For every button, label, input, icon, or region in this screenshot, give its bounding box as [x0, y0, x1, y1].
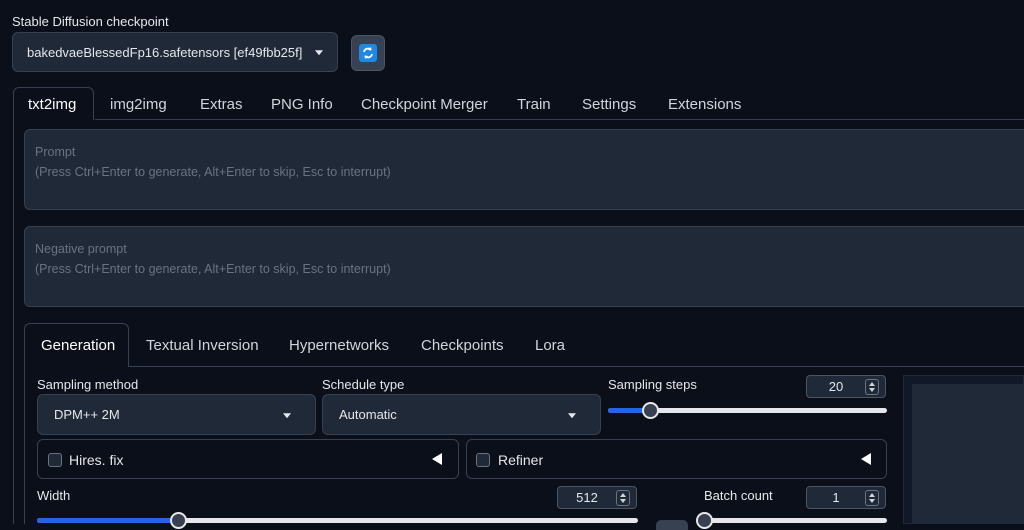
- hires-fix-checkbox[interactable]: [48, 453, 62, 467]
- tab-png-info[interactable]: PNG Info: [271, 96, 333, 113]
- sampling-method-label: Sampling method: [37, 377, 139, 392]
- chevron-down-icon: [283, 412, 291, 418]
- tab-checkpoint-merger[interactable]: Checkpoint Merger: [361, 96, 488, 113]
- checkpoint-label: Stable Diffusion checkpoint: [12, 14, 169, 29]
- slider-thumb[interactable]: [696, 512, 713, 529]
- width-slider[interactable]: [37, 512, 638, 529]
- batch-count-value: 1: [832, 490, 840, 505]
- negative-prompt-input[interactable]: Negative prompt (Press Ctrl+Enter to gen…: [24, 226, 1024, 307]
- tab-txt2img-label: txt2img: [28, 96, 77, 113]
- refiner-label: Refiner: [498, 452, 544, 468]
- schedule-type-value: Automatic: [339, 407, 397, 422]
- slider-fill: [37, 518, 179, 523]
- stepper-icon[interactable]: [865, 490, 879, 506]
- batch-count-input[interactable]: 1: [806, 486, 886, 509]
- width-label: Width: [37, 488, 71, 503]
- collapse-triangle-icon[interactable]: [861, 453, 871, 465]
- sampling-method-dropdown[interactable]: DPM++ 2M: [37, 394, 316, 435]
- tab-textual-inversion[interactable]: Textual Inversion: [146, 337, 259, 354]
- sub-tab-bar: Generation Textual Inversion Hypernetwor…: [0, 323, 1024, 367]
- checkpoint-value: bakedvaeBlessedFp16.safetensors [ef49fbb…: [27, 44, 303, 60]
- schedule-type-dropdown[interactable]: Automatic: [322, 394, 601, 435]
- sampling-method-value: DPM++ 2M: [54, 407, 120, 422]
- refresh-icon: [359, 44, 377, 62]
- sampling-steps-label: Sampling steps: [608, 377, 697, 392]
- hires-fix-label: Hires. fix: [69, 452, 124, 468]
- stepper-icon[interactable]: [865, 379, 879, 395]
- tab-img2img[interactable]: img2img: [110, 96, 167, 113]
- batch-count-slider[interactable]: [696, 512, 887, 529]
- collapse-triangle-icon[interactable]: [432, 453, 442, 465]
- tab-extensions[interactable]: Extensions: [668, 96, 741, 113]
- tab-checkpoints[interactable]: Checkpoints: [421, 337, 504, 354]
- chevron-down-icon: [568, 412, 576, 418]
- checkpoint-dropdown[interactable]: bakedvaeBlessedFp16.safetensors [ef49fbb…: [12, 32, 338, 72]
- width-value: 512: [576, 490, 598, 505]
- refresh-button[interactable]: [351, 35, 385, 71]
- batch-count-label: Batch count: [704, 488, 773, 503]
- sampling-steps-input[interactable]: 20: [806, 375, 886, 398]
- negative-prompt-placeholder-title: Negative prompt: [35, 242, 127, 256]
- schedule-type-label: Schedule type: [322, 377, 405, 392]
- swap-dimensions-button[interactable]: [656, 520, 688, 530]
- refiner-accordion[interactable]: Refiner: [466, 439, 887, 479]
- tab-train[interactable]: Train: [517, 96, 551, 113]
- negative-prompt-placeholder-hint: (Press Ctrl+Enter to generate, Alt+Enter…: [35, 262, 391, 276]
- tab-hypernetworks[interactable]: Hypernetworks: [289, 337, 389, 354]
- width-input[interactable]: 512: [557, 486, 637, 509]
- tab-lora[interactable]: Lora: [535, 337, 565, 354]
- tab-settings[interactable]: Settings: [582, 96, 636, 113]
- prompt-placeholder-title: Prompt: [35, 145, 76, 159]
- slider-thumb[interactable]: [170, 512, 188, 529]
- chevron-down-icon: [315, 50, 323, 56]
- hires-fix-accordion[interactable]: Hires. fix: [37, 439, 459, 479]
- prompt-input[interactable]: Prompt (Press Ctrl+Enter to generate, Al…: [24, 129, 1024, 210]
- refiner-checkbox[interactable]: [476, 453, 490, 467]
- sampling-steps-slider[interactable]: [608, 402, 887, 419]
- sampling-steps-value: 20: [828, 379, 844, 394]
- tab-extras[interactable]: Extras: [200, 96, 243, 113]
- output-panel: [903, 375, 1024, 524]
- prompt-placeholder-hint: (Press Ctrl+Enter to generate, Alt+Enter…: [35, 165, 391, 179]
- slider-thumb[interactable]: [641, 402, 659, 419]
- main-tab-bar: txt2img img2img Extras PNG Info Checkpoi…: [0, 87, 1024, 120]
- stepper-icon[interactable]: [616, 490, 630, 506]
- tab-generation-label: Generation: [41, 337, 116, 354]
